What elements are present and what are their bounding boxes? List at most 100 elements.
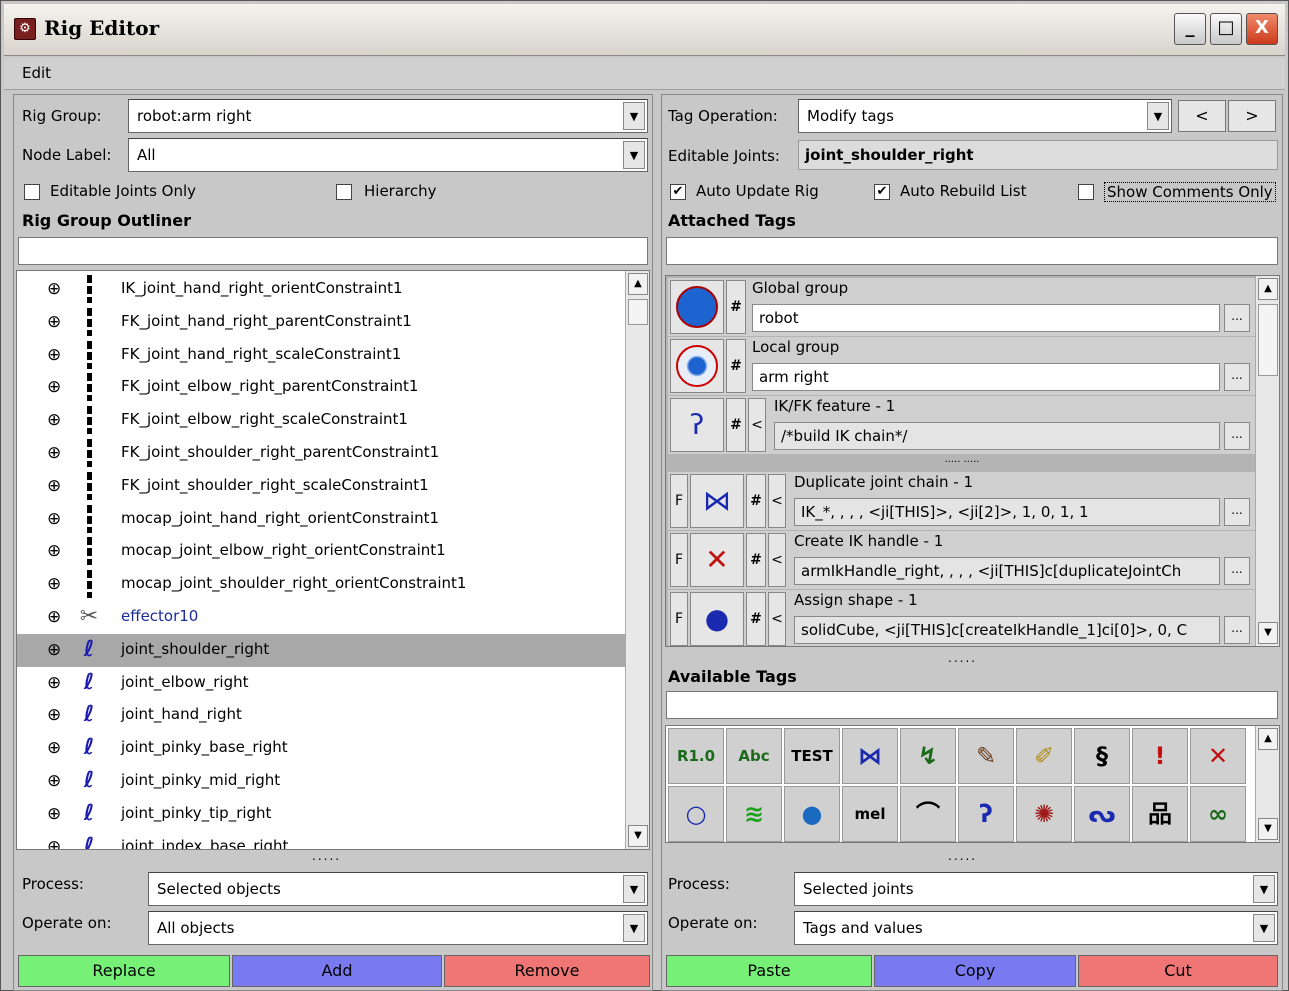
tag-move-button[interactable]: < <box>768 592 786 646</box>
scroll-up-icon[interactable]: ▲ <box>628 273 648 295</box>
tag-pencil-icon[interactable]: ✐ <box>1016 728 1072 784</box>
left-splitter[interactable]: ..... <box>312 849 341 863</box>
scroll-up-icon[interactable]: ▲ <box>1258 278 1278 300</box>
tag-move-button[interactable]: < <box>768 474 786 528</box>
tag-circle-icon[interactable]: ○ <box>668 786 724 842</box>
global-group-icon[interactable] <box>670 280 724 334</box>
outliner-row[interactable]: ⊕ ℓ joint_shoulder_right <box>17 633 625 667</box>
attached-tag[interactable]: ʔ # < IK/FK feature - 1 /*build IK chain*/..… <box>668 396 1256 454</box>
expand-icon[interactable]: ⊕ <box>47 738 61 758</box>
outliner-row[interactable]: ⊕ ℓ joint_hand_right <box>17 699 625 732</box>
outliner-row[interactable]: ⊕ FK_joint_shoulder_right_parentConstrain… <box>17 437 625 470</box>
expand-icon[interactable]: ⊕ <box>47 476 61 496</box>
tag-value-field[interactable]: robot <box>752 304 1220 332</box>
scroll-up-icon[interactable]: ▲ <box>1258 728 1278 750</box>
tag-r10-icon[interactable]: R1.0 <box>668 728 724 784</box>
right-process-select[interactable]: Selected joints ▼ <box>794 872 1278 906</box>
tag-move-button[interactable]: < <box>768 533 786 587</box>
scroll-down-icon[interactable]: ▼ <box>1258 622 1278 644</box>
scroll-thumb[interactable] <box>628 299 648 325</box>
cut-button[interactable]: Cut <box>1078 955 1278 987</box>
scroll-down-icon[interactable]: ▼ <box>628 825 648 847</box>
remove-button[interactable]: Remove <box>444 955 650 987</box>
scroll-thumb[interactable] <box>1258 304 1278 376</box>
tag-curve-icon[interactable]: ⌒ <box>900 786 956 842</box>
outliner-row[interactable]: ⊕ mocap_joint_shoulder_right_orientConstr… <box>17 568 625 601</box>
local-group-icon[interactable] <box>670 339 724 393</box>
rig-group-select[interactable]: robot:arm right ▼ <box>128 99 648 133</box>
node-label-select[interactable]: All ▼ <box>128 138 648 172</box>
expand-icon[interactable]: ⊕ <box>47 837 61 849</box>
available-tags-filter-input[interactable] <box>666 691 1278 719</box>
tag-spline-icon[interactable]: ᔓ <box>1074 786 1130 842</box>
tag-test-icon[interactable]: TEST <box>784 728 840 784</box>
tag-operation-select[interactable]: Modify tags ▼ <box>798 99 1172 133</box>
ikfk-feature-icon[interactable]: ʔ <box>670 398 724 452</box>
outliner-filter-input[interactable] <box>18 237 648 265</box>
expand-icon[interactable]: ⊕ <box>47 607 61 627</box>
outliner-row[interactable]: ⊕ FK_joint_shoulder_right_scaleConstraint… <box>17 470 625 503</box>
expand-icon[interactable]: ⊕ <box>47 443 61 463</box>
expand-icon[interactable]: ⊕ <box>47 279 61 299</box>
attached-tag[interactable]: # Global group robot... <box>668 278 1256 336</box>
attached-tag[interactable]: # Local group arm right... <box>668 337 1256 395</box>
outliner-scrollbar[interactable]: ▲ ▼ <box>625 271 649 849</box>
tag-move-button[interactable]: < <box>748 398 766 452</box>
expand-icon[interactable]: ⊕ <box>47 574 61 594</box>
tag-mel-icon[interactable]: mel <box>842 786 898 842</box>
outliner-row[interactable]: ⊕ FK_joint_hand_right_parentConstraint1 <box>17 306 625 339</box>
expand-icon[interactable]: ⊕ <box>47 673 61 693</box>
next-button[interactable]: > <box>1228 100 1276 132</box>
tag-hierarchy-icon[interactable]: 品 <box>1132 786 1188 842</box>
tag-spring-icon[interactable]: ≋ <box>726 786 782 842</box>
menu-edit[interactable]: Edit <box>22 64 51 82</box>
tag-value-field[interactable]: /*build IK chain*/ <box>774 422 1220 450</box>
expand-icon[interactable]: ⊕ <box>47 312 61 332</box>
outliner-row[interactable]: ⊕ mocap_joint_hand_right_orientConstraint… <box>17 503 625 536</box>
outliner-row[interactable]: ⊕ mocap_joint_elbow_right_orientConstrain… <box>17 535 625 568</box>
tag-shape-icon[interactable]: ● <box>784 786 840 842</box>
attached-tag[interactable]: F ⋈ # < Duplicate joint chain - 1 IK_*, , , ,… <box>668 472 1256 530</box>
auto-rebuild-list-checkbox[interactable]: ✔ <box>874 184 890 200</box>
attached-tag[interactable]: F ✕ # < Create IK handle - 1 armIkHandle_righ… <box>668 531 1256 589</box>
outliner-row[interactable]: ⊕ FK_joint_hand_right_scaleConstraint1 <box>17 339 625 372</box>
tag-link-icon[interactable]: ∞ <box>1190 786 1246 842</box>
tag-edit-button[interactable]: ... <box>1224 616 1250 644</box>
outliner-row[interactable]: ⊕ ℓ joint_index_base_right <box>17 831 625 849</box>
right-operate-on-select[interactable]: Tags and values ▼ <box>794 911 1278 945</box>
tag-hash-button[interactable]: # <box>726 280 746 334</box>
expand-icon[interactable]: ⊕ <box>47 541 61 561</box>
attached-tag[interactable]: F ● # < Assign shape - 1 solidCube, <ji[THIS]… <box>668 590 1256 646</box>
auto-update-rig-checkbox[interactable]: ✔ <box>670 184 686 200</box>
outliner-row[interactable]: ⊕ ℓ joint_elbow_right <box>17 667 625 700</box>
tag-edit-button[interactable]: ... <box>1224 557 1250 585</box>
replace-button[interactable]: Replace <box>18 955 230 987</box>
editable-joints-only-checkbox[interactable] <box>24 184 40 200</box>
right-bottom-splitter[interactable]: ..... <box>948 849 977 863</box>
tag-explode-icon[interactable]: ✺ <box>1016 786 1072 842</box>
tag-hash-button[interactable]: # <box>726 339 746 393</box>
tag-edit-button[interactable]: ... <box>1224 498 1250 526</box>
tag-constraint-icon[interactable]: ↯ <box>900 728 956 784</box>
tag-value-field[interactable]: IK_*, , , , <ji[THIS]>, <ji[2]>, 1, 0, 1… <box>794 498 1220 526</box>
duplicate-chain-icon[interactable]: ⋈ <box>690 474 744 528</box>
tag-duplicate-icon[interactable]: ⋈ <box>842 728 898 784</box>
process-select[interactable]: Selected objects ▼ <box>148 872 648 906</box>
outliner-row[interactable]: ⊕ ℓ joint_pinky_base_right <box>17 732 625 765</box>
paste-button[interactable]: Paste <box>666 955 872 987</box>
outliner-row[interactable]: ⊕ IK_joint_hand_right_orientConstraint1 <box>17 273 625 306</box>
expand-icon[interactable]: ⊕ <box>47 410 61 430</box>
rig-group-outliner[interactable]: ⊕ IK_joint_hand_right_orientConstraint1 ⊕ F… <box>16 270 650 850</box>
tag-abc-icon[interactable]: Abc <box>726 728 782 784</box>
tag-warning-icon[interactable]: ! <box>1132 728 1188 784</box>
close-button[interactable]: X <box>1246 13 1278 45</box>
copy-button[interactable]: Copy <box>874 955 1076 987</box>
tag-flag[interactable]: F <box>670 474 688 528</box>
expand-icon[interactable]: ⊕ <box>47 345 61 365</box>
tag-flag[interactable]: F <box>670 533 688 587</box>
show-comments-only-checkbox[interactable] <box>1078 184 1094 200</box>
tag-edit-button[interactable]: ... <box>1224 422 1250 450</box>
tag-value-field[interactable]: arm right <box>752 363 1220 391</box>
attached-tags-scrollbar[interactable]: ▲ ▼ <box>1255 276 1279 646</box>
expand-icon[interactable]: ⊕ <box>47 705 61 725</box>
